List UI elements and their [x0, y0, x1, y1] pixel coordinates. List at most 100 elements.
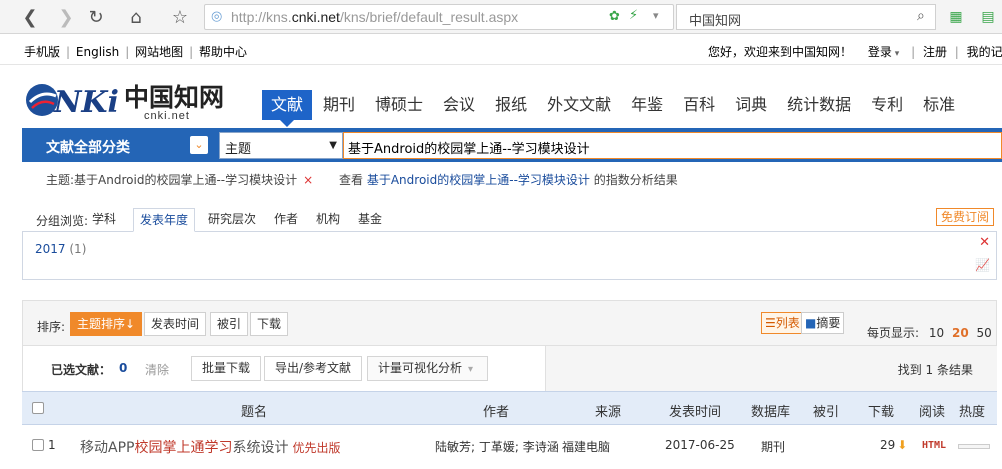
- col-read[interactable]: 阅读: [919, 401, 945, 420]
- sort-cited-button[interactable]: 被引: [210, 312, 249, 336]
- register-link[interactable]: 注册: [923, 45, 947, 59]
- list-view-label: 列表: [775, 316, 800, 330]
- view-prefix: 查看: [339, 173, 364, 187]
- star-icon[interactable]: ☆: [168, 5, 192, 29]
- visualize-button[interactable]: 计量可视化分析 ▾: [367, 356, 488, 381]
- year-filter-2017[interactable]: 2017 (1): [35, 242, 86, 256]
- index-analysis-link[interactable]: 基于Android的校园掌上通--学习模块设计: [367, 173, 590, 187]
- abstract-view-button[interactable]: ■摘要: [801, 312, 845, 334]
- category-label[interactable]: 文献全部分类: [46, 137, 130, 157]
- title-highlight: 校园掌上通学习: [134, 440, 233, 456]
- speed-mode-icon[interactable]: ⚡: [629, 8, 638, 23]
- tab-foreign[interactable]: 外文文献: [538, 90, 620, 120]
- field-select[interactable]: 主题 ▼: [219, 132, 343, 159]
- col-title[interactable]: 题名: [241, 401, 267, 420]
- list-view-button[interactable]: ☰列表: [761, 312, 804, 334]
- browser-search-box[interactable]: 中国知网 ⌕: [676, 4, 936, 30]
- tab-standards[interactable]: 标准: [914, 90, 964, 120]
- per-page-10[interactable]: 10: [929, 326, 944, 340]
- download-icon: ⬇: [897, 438, 908, 452]
- group-tab-year[interactable]: 发表年度: [133, 208, 196, 232]
- sort-date-button[interactable]: 发表时间: [144, 312, 207, 336]
- chevron-down-icon: ▾: [468, 364, 474, 375]
- group-tab-fund[interactable]: 基金: [352, 208, 388, 232]
- download-link[interactable]: 29 ⬇: [880, 438, 907, 452]
- keyword-input[interactable]: 基于Android的校园掌上通--学习模块设计: [343, 132, 1002, 159]
- compat-mode-icon[interactable]: ✿: [609, 9, 620, 24]
- tab-newspapers[interactable]: 报纸: [486, 90, 536, 120]
- dropdown-icon[interactable]: ▾: [653, 9, 659, 22]
- result-title-link[interactable]: 移动APP校园掌上通学习系统设计 优先出版: [80, 437, 340, 457]
- reload-icon[interactable]: ↻: [84, 5, 108, 29]
- results-table-header: 题名 作者 来源 发表时间 数据库 被引 下载 阅读 热度: [22, 391, 997, 425]
- export-button[interactable]: 导出/参考文献: [264, 356, 363, 381]
- row-checkbox[interactable]: [32, 439, 44, 451]
- browser-toolbar: ❮ ❯ ↻ ⌂ ☆ ◎ http://kns.cnki.net/kns/brie…: [0, 0, 1002, 34]
- per-page-20[interactable]: 20: [952, 326, 969, 340]
- my-records-link[interactable]: 我的记录: [967, 45, 1002, 59]
- group-tab-subject[interactable]: 学科: [86, 208, 122, 232]
- batch-download-button[interactable]: 批量下载: [191, 356, 262, 381]
- col-downloads[interactable]: 下载: [868, 401, 894, 420]
- tab-yearbooks[interactable]: 年鉴: [622, 90, 672, 120]
- extension-icon[interactable]: ▦: [944, 5, 968, 29]
- menu-icon[interactable]: ▤: [976, 5, 1000, 29]
- close-icon[interactable]: ✕: [979, 235, 990, 250]
- tab-statistics[interactable]: 统计数据: [778, 90, 860, 120]
- col-database[interactable]: 数据库: [751, 401, 790, 420]
- search-icon[interactable]: ⌕: [917, 8, 925, 24]
- col-heat[interactable]: 热度: [959, 401, 985, 420]
- login-link[interactable]: 登录: [868, 45, 892, 59]
- col-cited[interactable]: 被引: [813, 401, 839, 420]
- col-author[interactable]: 作者: [483, 401, 509, 420]
- forward-icon[interactable]: ❯: [54, 5, 78, 29]
- tab-patents[interactable]: 专利: [862, 90, 912, 120]
- remove-history-icon[interactable]: ×: [303, 173, 313, 187]
- tab-literature[interactable]: 文献: [262, 90, 313, 127]
- keyword-value: 基于Android的校园掌上通--学习模块设计: [348, 142, 590, 157]
- cnki-logo[interactable]: NKi 中国知网 cnki.net: [24, 76, 234, 122]
- link-sitemap[interactable]: 网站地图: [135, 45, 183, 59]
- group-tab-institution[interactable]: 机构: [310, 208, 346, 232]
- tab-journals[interactable]: 期刊: [314, 90, 364, 120]
- back-icon[interactable]: ❮: [18, 5, 42, 29]
- history-text[interactable]: 主题:基于Android的校园掌上通--学习模块设计: [46, 173, 297, 187]
- tab-encyclopedia[interactable]: 百科: [674, 90, 724, 120]
- index-analysis-note: 查看 基于Android的校园掌上通--学习模块设计 的指数分析结果: [339, 171, 678, 188]
- tab-conferences[interactable]: 会议: [434, 90, 484, 120]
- html-read-link[interactable]: HTML: [922, 440, 946, 451]
- col-source[interactable]: 来源: [595, 401, 621, 420]
- category-dropdown-icon[interactable]: ⌄: [190, 136, 208, 154]
- database-name: 期刊: [761, 440, 786, 454]
- per-page-50[interactable]: 50: [977, 326, 992, 340]
- results-summary: 找到 1 条结果: [545, 346, 997, 391]
- group-tab-level[interactable]: 研究层次: [202, 208, 262, 232]
- address-bar[interactable]: ◎ http://kns.cnki.net/kns/brief/default_…: [204, 4, 674, 30]
- link-english[interactable]: English: [76, 45, 119, 59]
- sort-relevance-button[interactable]: 主题排序↓: [70, 312, 143, 336]
- search-history-item[interactable]: 主题:基于Android的校园掌上通--学习模块设计 ×: [46, 171, 313, 188]
- group-tab-author[interactable]: 作者: [268, 208, 304, 232]
- chevron-down-icon: ▾: [891, 49, 900, 59]
- source-link[interactable]: 福建电脑: [562, 438, 610, 455]
- row-number: 1: [48, 438, 56, 452]
- top-links-bar: 手机版 | English | 网站地图 | 帮助中心 您好，欢迎来到中国知网！ 登录…: [0, 35, 1002, 65]
- clear-selection-link[interactable]: 清除: [145, 361, 169, 378]
- title-part: 移动APP: [80, 440, 135, 456]
- url-text: http://kns.cnki.net/kns/brief/default_re…: [231, 9, 519, 25]
- select-all-checkbox[interactable]: [32, 402, 44, 414]
- tab-theses[interactable]: 博硕士: [366, 90, 432, 120]
- tab-dictionary[interactable]: 词典: [726, 90, 776, 120]
- selection-bar: 已选文献： 0 清除 批量下载 导出/参考文献 计量可视化分析 ▾ 找到 1 条结…: [22, 346, 997, 391]
- col-date[interactable]: 发表时间: [669, 401, 721, 420]
- author-links[interactable]: 陆敏芳; 丁革媛; 李诗涵: [435, 438, 559, 455]
- home-icon[interactable]: ⌂: [124, 5, 148, 29]
- chart-icon[interactable]: 📈: [975, 258, 990, 272]
- sort-downloads-button[interactable]: 下载: [250, 312, 289, 336]
- field-select-value: 主题: [225, 142, 252, 157]
- link-mobile[interactable]: 手机版: [24, 45, 60, 59]
- year-count: (1): [69, 242, 87, 256]
- heat-bar: [958, 444, 990, 449]
- link-help[interactable]: 帮助中心: [199, 45, 247, 59]
- free-subscribe-button[interactable]: 免费订阅: [936, 208, 994, 226]
